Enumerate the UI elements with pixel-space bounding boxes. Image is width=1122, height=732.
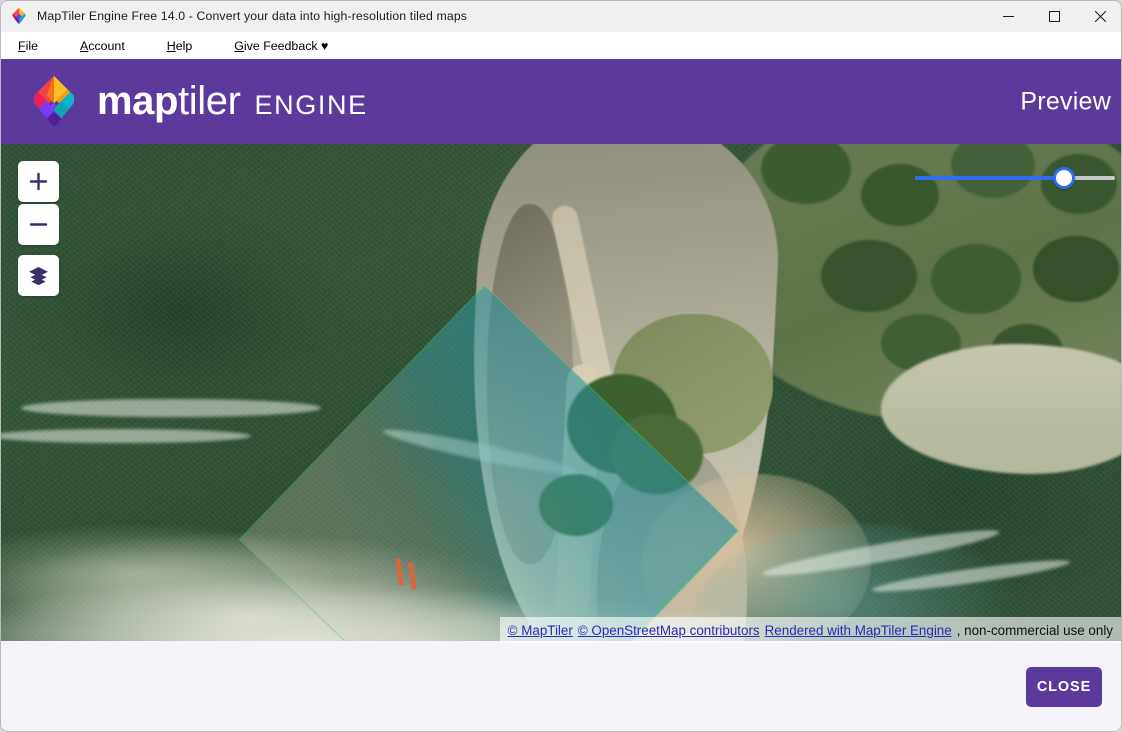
menu-account-accel: A [79,38,89,53]
map-controls [18,161,59,296]
attribution-link-osm[interactable]: © OpenStreetMap contributors [578,623,760,638]
brand-header: map tiler ENGINE Preview [1,59,1121,144]
close-icon [1094,11,1106,22]
layers-button[interactable] [18,255,59,296]
surf-line [21,399,321,417]
menu-feedback-rest: ive Feedback [243,38,318,53]
heart-icon: ♥ [317,38,329,53]
menu-help-accel: H [166,38,176,53]
menu-item-account[interactable]: Account [79,37,126,55]
menu-file-accel: F [18,38,26,53]
menu-item-give-feedback[interactable]: Give Feedback ♥ [233,37,329,55]
attribution-link-engine[interactable]: Rendered with MapTiler Engine [765,623,952,638]
wordmark-engine: ENGINE [254,90,368,120]
window-controls [985,1,1121,32]
menu-bar: File Account Help Give Feedback ♥ [1,32,1121,59]
menu-item-file[interactable]: File [17,37,39,55]
menu-account-rest: ccount [88,38,125,53]
menu-file-rest: ile [25,38,38,53]
menu-feedback-accel: G [234,38,244,53]
menu-item-help[interactable]: Help [166,37,194,55]
window-title: MapTiler Engine Free 14.0 - Convert your… [37,9,468,23]
minus-icon [29,223,48,226]
wordmark: map tiler ENGINE [97,79,368,124]
minimize-button[interactable] [985,1,1031,32]
zoom-out-button[interactable] [18,204,59,245]
shore-band [881,344,1121,474]
maptiler-pin-icon [10,7,28,25]
maximize-button[interactable] [1031,1,1077,32]
overlay-opacity-slider[interactable] [907,166,1121,190]
title-bar: MapTiler Engine Free 14.0 - Convert your… [1,1,1121,32]
layers-icon [29,266,48,285]
maptiler-logo-icon [29,74,79,130]
close-window-button[interactable] [1077,1,1121,32]
tree-cluster [1033,236,1119,302]
map-canvas[interactable]: © MapTiler © OpenStreetMap contributors Re… [1,144,1121,643]
page-title: Preview [1020,87,1111,115]
wordmark-tiler: tiler [178,79,241,123]
attribution-notice: , non-commercial use only [956,622,1113,638]
close-button[interactable]: CLOSE [1026,667,1102,707]
attribution-link-maptiler[interactable]: © MapTiler [508,623,573,638]
tree-cluster [821,240,917,312]
slider-thumb[interactable] [1053,167,1075,189]
plus-icon [29,172,48,191]
map-attribution: © MapTiler © OpenStreetMap contributors Re… [499,617,1121,643]
app-window: MapTiler Engine Free 14.0 - Convert your… [0,0,1122,732]
maximize-icon [1048,11,1060,22]
zoom-in-button[interactable] [18,161,59,202]
brand-logo: map tiler ENGINE [29,74,368,130]
minimize-icon [1002,16,1014,17]
dialog-footer: CLOSE [1,641,1121,731]
slider-fill [915,176,1067,180]
menu-help-rest: elp [175,38,193,53]
wordmark-map: map [97,79,179,123]
tree-cluster [931,244,1021,314]
